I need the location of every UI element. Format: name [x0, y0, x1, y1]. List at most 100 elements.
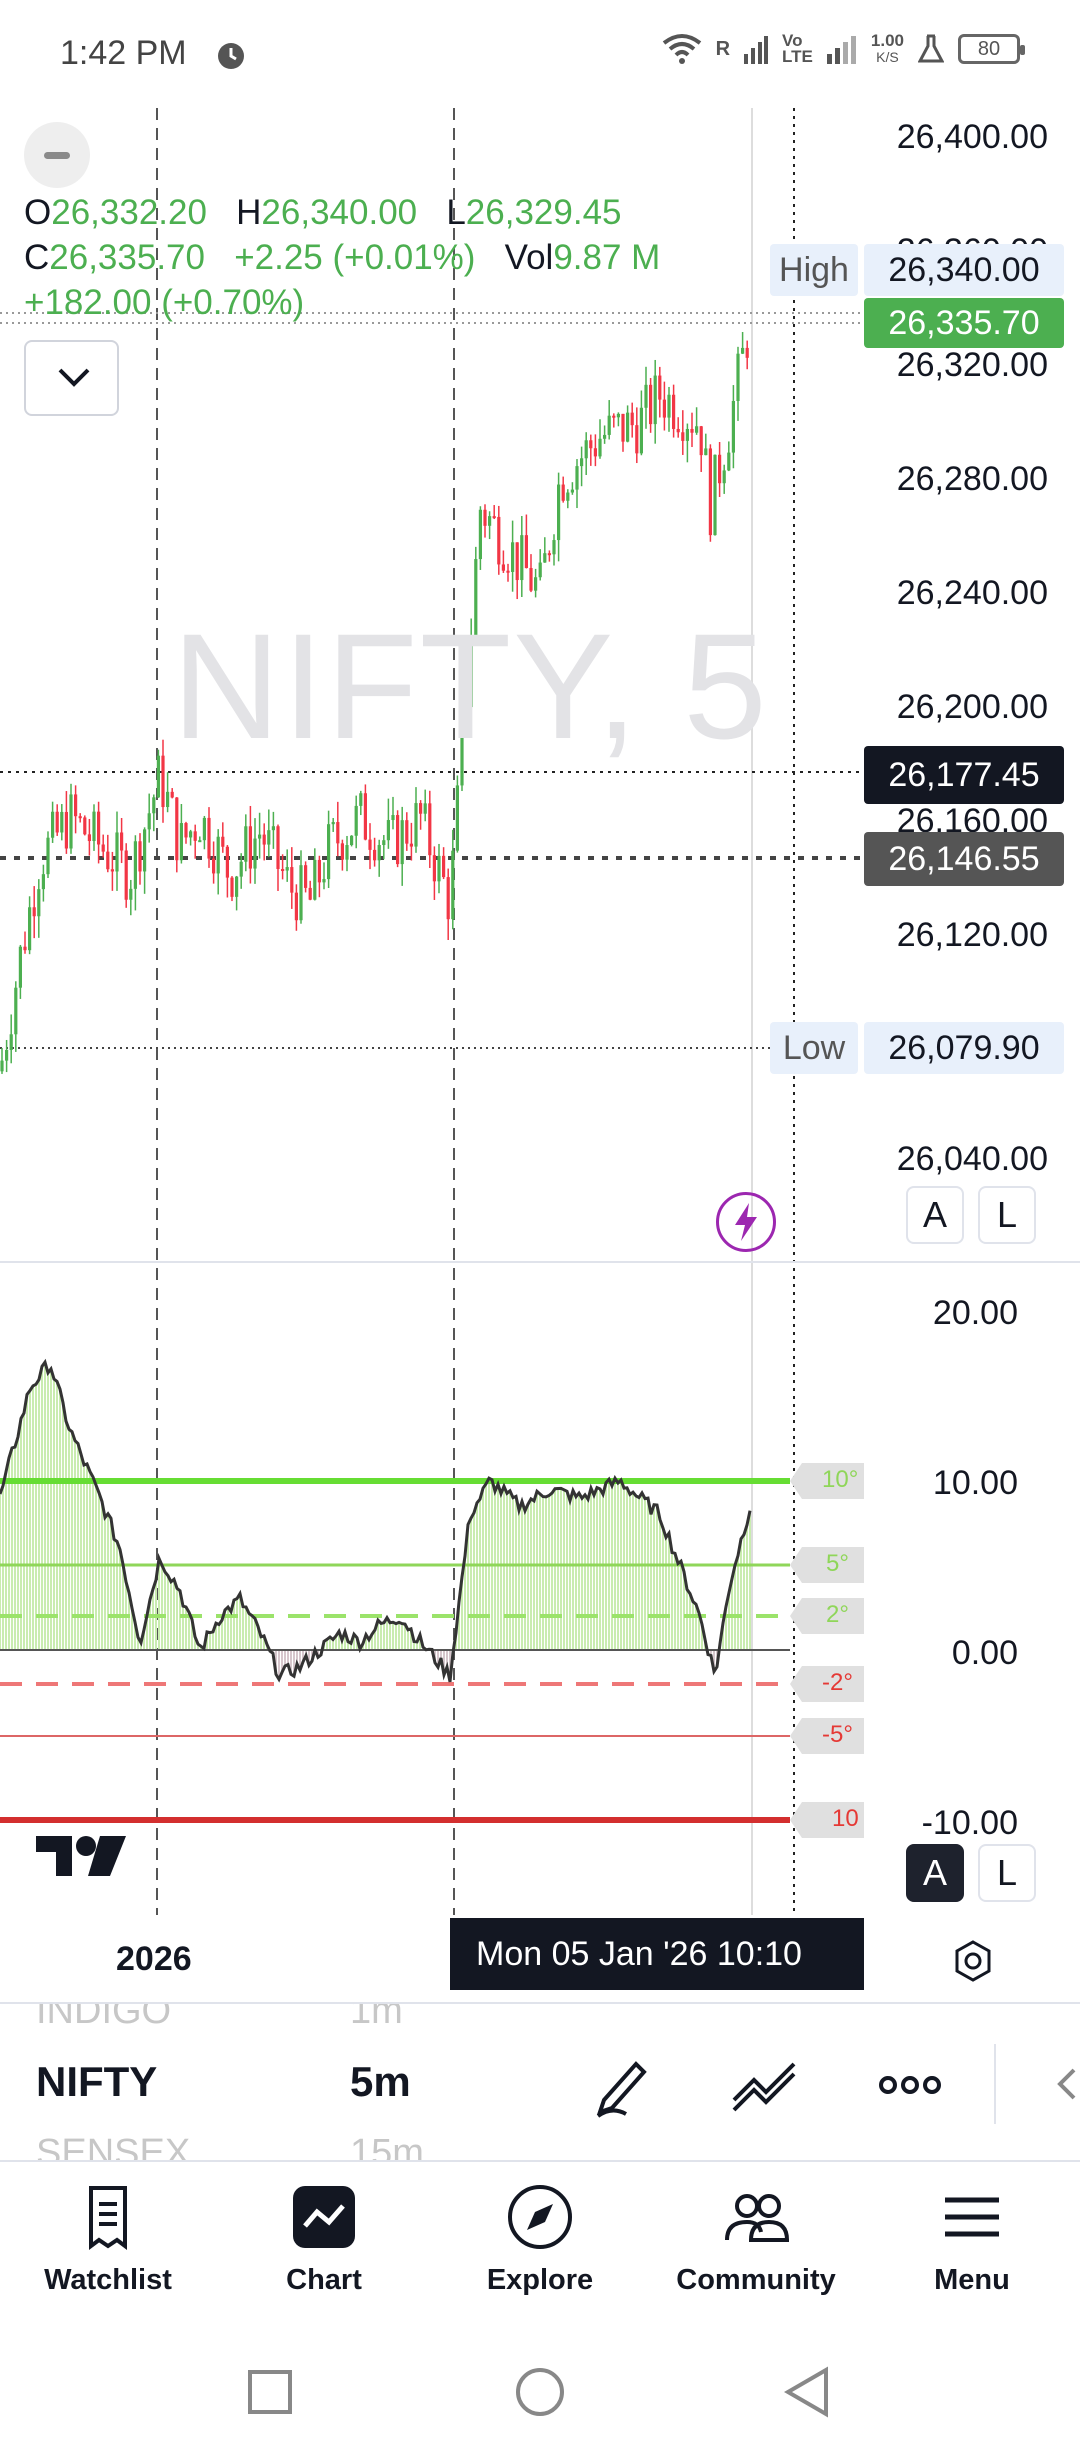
candle-body: [492, 516, 496, 519]
candle-body: [616, 413, 620, 418]
nav-watchlist[interactable]: Watchlist: [0, 2162, 216, 2332]
osc-auto-scale-button[interactable]: A: [906, 1844, 964, 1902]
network-r-label: R: [715, 37, 731, 60]
candle-body: [745, 347, 749, 358]
candle-body: [382, 840, 386, 846]
nav-label: Menu: [934, 2264, 1010, 2296]
candle-body: [221, 836, 225, 847]
candle-body: [322, 879, 326, 883]
lightning-icon: [735, 1203, 757, 1241]
candle-body: [28, 907, 32, 951]
candle-body: [138, 841, 142, 872]
system-navigation-bar: [248, 2366, 828, 2418]
chevron-down-icon: [58, 368, 90, 387]
prev-symbol[interactable]: INDIGO: [36, 2004, 171, 2033]
candle-body: [589, 440, 593, 449]
recent-apps-button: [248, 2370, 292, 2414]
speed-unit: K/S: [876, 49, 899, 65]
candle-body: [690, 428, 694, 433]
pencil-icon[interactable]: [592, 2054, 652, 2118]
osc-scale-label: 10.00: [932, 1464, 1018, 1502]
candle-body: [23, 946, 27, 951]
candle-body: [248, 826, 252, 869]
ohlc-row-1: O26,332.20 H26,340.00 L26,329.45: [24, 190, 660, 235]
candle-body: [18, 946, 22, 988]
candle-body: [331, 822, 335, 825]
log-scale-button[interactable]: L: [978, 1186, 1036, 1244]
next-interval[interactable]: 15m: [350, 2132, 424, 2160]
more-options-icon[interactable]: [878, 2070, 942, 2100]
candle-body: [593, 448, 597, 457]
candle-body: [60, 811, 64, 833]
nav-label: Watchlist: [44, 2264, 172, 2296]
candle-body: [64, 811, 68, 849]
current-interval[interactable]: 5m: [350, 2058, 411, 2106]
candle-body: [580, 458, 584, 467]
auto-scale-button[interactable]: A: [906, 1186, 964, 1244]
candle-body: [152, 797, 156, 814]
candle-body: [294, 892, 298, 921]
candle-body: [506, 570, 510, 573]
candle-body: [133, 841, 137, 889]
candle-body: [285, 867, 289, 871]
candle-body: [419, 803, 423, 814]
candle-body: [290, 867, 294, 893]
lightning-button[interactable]: [716, 1192, 776, 1252]
candle-body: [267, 830, 271, 845]
nav-menu[interactable]: Menu: [864, 2162, 1080, 2332]
expand-indicators-button[interactable]: [24, 340, 119, 416]
osc-log-scale-button[interactable]: L: [978, 1844, 1036, 1902]
toolbar-separator: [994, 2044, 996, 2124]
candle-body: [529, 568, 533, 591]
candle-body: [336, 822, 340, 844]
drawing-tools-icon[interactable]: [730, 2058, 800, 2112]
watchlist-icon: [89, 2186, 127, 2250]
candle-body: [722, 470, 726, 484]
candle-body: [736, 353, 740, 401]
status-bar: 1:42 PM R Vo LTE 1.00 K/S 80: [0, 0, 1080, 110]
candle-body: [115, 832, 119, 872]
nav-chart[interactable]: Chart: [216, 2162, 432, 2332]
candle-body: [14, 987, 18, 1035]
candle-body: [598, 438, 602, 457]
prev-interval[interactable]: 1m: [350, 2004, 403, 2033]
candle-body: [32, 907, 36, 917]
candle-body: [511, 542, 515, 572]
symbol-picker[interactable]: INDIGO 1m NIFTY 5m SENSEX 15m: [0, 2002, 1080, 2162]
candle-body: [262, 834, 266, 845]
day-change-value: +182.00 (+0.70%): [24, 283, 305, 322]
candle-body: [386, 820, 390, 841]
candle-body: [276, 826, 280, 870]
low-value: 26,329.45: [465, 193, 622, 232]
candle-body: [327, 824, 331, 880]
candle-body: [225, 846, 229, 878]
candle-body: [515, 542, 519, 581]
nav-community[interactable]: Community: [648, 2162, 864, 2332]
candle-body: [78, 816, 82, 819]
low-label: L: [446, 193, 466, 232]
candle-body: [658, 375, 662, 400]
candle-body: [676, 428, 680, 433]
osc-scale-label: -10.00: [921, 1804, 1018, 1842]
candle-body: [741, 347, 745, 354]
candle-body: [626, 412, 630, 442]
chevron-left-icon[interactable]: [1054, 2066, 1078, 2102]
osc-scale-label: 20.00: [932, 1294, 1018, 1332]
candle-body: [704, 448, 708, 456]
candle-body: [621, 413, 625, 442]
current-symbol[interactable]: NIFTY: [36, 2058, 157, 2106]
candle-body: [37, 889, 41, 917]
close-label: C: [24, 238, 50, 277]
candle-body: [552, 540, 556, 555]
next-symbol[interactable]: SENSEX: [36, 2132, 190, 2160]
osc-level-tags: [790, 1463, 864, 1838]
nav-explore[interactable]: Explore: [432, 2162, 648, 2332]
candle-body: [166, 791, 170, 808]
candle-body: [718, 454, 722, 484]
candle-body: [520, 535, 524, 581]
candle-body: [170, 791, 174, 798]
chart-settings-icon[interactable]: [950, 1938, 996, 1984]
collapse-legend-button[interactable]: [24, 122, 90, 188]
candle-body: [405, 820, 409, 844]
speed-value: 1.00: [870, 31, 904, 50]
